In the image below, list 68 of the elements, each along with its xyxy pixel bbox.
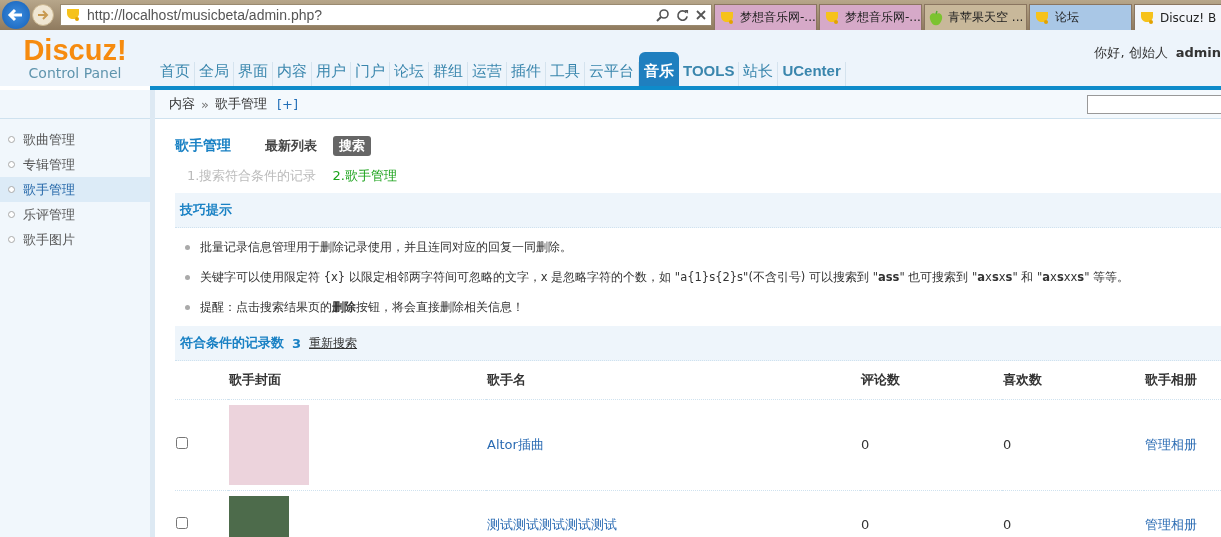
- research-link[interactable]: 重新搜索: [309, 334, 358, 352]
- results-label: 符合条件的记录数: [180, 334, 284, 352]
- tip-text: 关键字可以使用限定符 {x} 以限定相邻两字符间可忽略的文字，x 是忽略字符的个数，如 "a{1}s{2}s"(不含引号) 可以搜索到 "ass" 也可搜索到 "axsxs" 和 "axsxxs" 等等。: [200, 269, 1130, 285]
- step-label: 1.搜索符合条件的记录: [187, 167, 317, 185]
- page-tab[interactable]: 最新列表: [259, 136, 323, 156]
- circle-bullet-icon: [8, 211, 15, 218]
- trophy-icon: [824, 10, 840, 25]
- circle-bullet-icon: [8, 161, 15, 168]
- browser-tab[interactable]: Discuz! B: [1134, 4, 1221, 30]
- close-icon[interactable]: [695, 9, 707, 21]
- breadcrumb-current: 歌手管理: [214, 95, 267, 113]
- column-header: 喜欢数: [1003, 372, 1042, 387]
- sidebar-item[interactable]: 歌手图片: [0, 227, 150, 252]
- singer-name-link[interactable]: Altor插曲: [487, 437, 544, 452]
- refresh-icon[interactable]: [676, 8, 689, 22]
- user-name: admin: [1175, 45, 1221, 60]
- browser-tab[interactable]: 梦想音乐网-...: [714, 4, 817, 30]
- circle-bullet-icon: [8, 236, 15, 243]
- row-checkbox[interactable]: [176, 437, 188, 449]
- comment-count: 0: [861, 517, 870, 532]
- sidebar-item[interactable]: 歌手管理: [0, 177, 150, 202]
- breadcrumb-separator: »: [201, 96, 209, 112]
- back-button[interactable]: [2, 1, 30, 29]
- logo-subtitle: Control Panel: [28, 65, 122, 81]
- address-bar[interactable]: http://localhost/musicbeta/admin.php?: [60, 4, 712, 26]
- tip-text: 提醒：点击搜索结果页的删除按钮，将会直接删除相关信息！: [200, 299, 524, 315]
- column-header: 歌手名: [487, 372, 526, 387]
- column-header: 评论数: [861, 372, 900, 387]
- bullet-icon: [185, 244, 190, 250]
- sidebar-item[interactable]: 乐评管理: [0, 202, 150, 227]
- trophy-icon: [1139, 10, 1155, 25]
- tip-text: 批量记录信息管理用于删除记录使用，并且连同对应的回复一同删除。: [200, 239, 572, 255]
- like-count: 0: [1003, 437, 1012, 452]
- like-count: 0: [1003, 517, 1012, 532]
- sidebar-item[interactable]: 专辑管理: [0, 152, 150, 177]
- results-count: 3: [292, 335, 302, 351]
- add-shortcut-link[interactable]: [+]: [276, 96, 298, 112]
- column-header: 歌手封面: [229, 372, 281, 387]
- greeting-text: 你好, 创始人: [1094, 45, 1168, 60]
- bullet-icon: [185, 274, 190, 280]
- manage-album-link[interactable]: 管理相册: [1145, 437, 1197, 452]
- search-field[interactable]: [1087, 95, 1221, 114]
- circle-bullet-icon: [8, 136, 15, 143]
- apple-icon: [929, 9, 943, 26]
- comment-count: 0: [861, 437, 870, 452]
- tips-title: 技巧提示: [180, 201, 232, 219]
- sidebar-item[interactable]: 歌曲管理: [0, 127, 150, 152]
- breadcrumb-link[interactable]: 内容: [169, 95, 195, 113]
- step-label: 2.歌手管理: [332, 167, 397, 185]
- trophy-icon: [1034, 10, 1050, 25]
- singer-name-link[interactable]: 测试测试测试测试测试: [487, 517, 617, 532]
- forward-button[interactable]: [32, 4, 54, 26]
- page-tab[interactable]: 搜索: [333, 136, 371, 156]
- browser-tab[interactable]: 青苹果天空 ...: [924, 4, 1027, 30]
- trophy-icon: [65, 8, 81, 22]
- bullet-icon: [185, 304, 190, 310]
- trophy-icon: [719, 10, 735, 25]
- photo-placeholder: [229, 496, 289, 537]
- manage-album-link[interactable]: 管理相册: [1145, 517, 1197, 532]
- browser-tab[interactable]: 论坛: [1029, 4, 1132, 30]
- browser-tab[interactable]: 梦想音乐网-...: [819, 4, 922, 30]
- search-icon[interactable]: [656, 8, 670, 22]
- page-title: 歌手管理: [175, 137, 231, 155]
- row-checkbox[interactable]: [176, 517, 188, 529]
- discuz-logo: Discuz!: [23, 35, 127, 65]
- column-header: 歌手相册: [1145, 372, 1197, 387]
- circle-bullet-icon: [8, 186, 15, 193]
- nav-tab[interactable]: 音乐: [639, 52, 679, 86]
